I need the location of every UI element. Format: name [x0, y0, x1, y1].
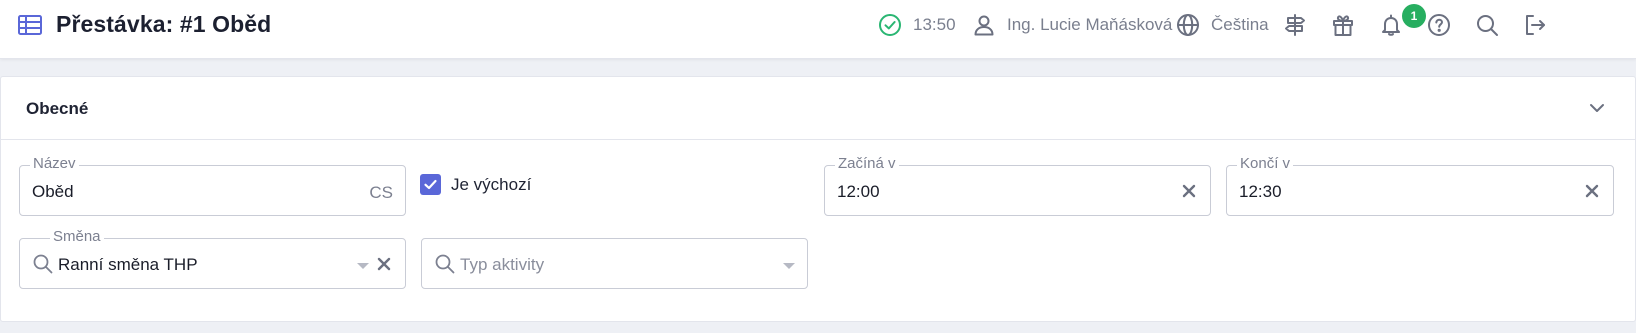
search-icon [434, 253, 456, 280]
ends-at-value[interactable]: 12:30 [1239, 182, 1282, 202]
shift-label: Směna [50, 228, 104, 245]
logout-button[interactable] [1523, 0, 1547, 50]
shift-select[interactable]: Směna Ranní směna THP [19, 228, 406, 289]
starts-at-label: Začíná v [835, 155, 899, 172]
name-field-value[interactable]: Oběd [32, 182, 74, 202]
user-name: Ing. Lucie Maňásková [1007, 15, 1173, 34]
clock-time: 13:50 [913, 15, 956, 34]
shift-value[interactable]: Ranní směna THP [58, 255, 198, 275]
activity-type-placeholder[interactable]: Typ aktivity [460, 255, 544, 275]
clear-icon[interactable] [1584, 183, 1600, 204]
globe-icon [1176, 13, 1200, 37]
is-default-label: Je výchozí [451, 174, 532, 194]
language-selector[interactable]: Čeština [1176, 0, 1269, 50]
help-icon [1427, 13, 1451, 37]
top-bar: Přestávka: #1 Oběd 13:50 Ing. Lucie Maňá… [0, 0, 1636, 59]
page-title: Přestávka: #1 Oběd [56, 11, 272, 37]
ends-at-label: Končí v [1237, 155, 1294, 172]
table-icon [17, 13, 43, 37]
search-icon [32, 253, 54, 280]
chevron-down-icon[interactable] [1587, 98, 1607, 123]
gift-count-badge: 1 [1402, 4, 1426, 28]
bell-icon [1379, 13, 1403, 37]
signpost-button[interactable] [1283, 0, 1307, 50]
activity-type-select[interactable]: Typ aktivity [421, 238, 808, 289]
search-icon [1475, 13, 1499, 37]
logout-icon [1523, 13, 1547, 37]
status-indicator[interactable]: 13:50 [878, 0, 956, 50]
notifications-button[interactable] [1379, 0, 1403, 50]
signpost-icon [1283, 13, 1307, 37]
help-button[interactable] [1427, 0, 1451, 50]
dropdown-caret-icon[interactable] [357, 263, 369, 269]
check-circle-icon [878, 13, 902, 37]
user-menu[interactable]: Ing. Lucie Maňásková [972, 0, 1172, 50]
search-button[interactable] [1475, 0, 1499, 50]
checkbox-checked-icon[interactable] [420, 174, 441, 195]
language-suffix[interactable]: CS [369, 183, 393, 203]
user-icon [972, 13, 996, 37]
name-field-label: Název [30, 155, 79, 172]
ends-at-field[interactable]: Končí v 12:30 [1226, 155, 1614, 216]
language-label: Čeština [1211, 15, 1269, 34]
starts-at-field[interactable]: Začíná v 12:00 [824, 155, 1211, 216]
name-field[interactable]: Název Oběd CS [19, 155, 406, 216]
clear-icon[interactable] [1181, 183, 1197, 204]
section-title: Obecné [26, 99, 89, 118]
is-default-checkbox[interactable]: Je výchozí [420, 174, 531, 195]
clear-icon[interactable] [376, 256, 392, 277]
dropdown-caret-icon[interactable] [783, 263, 795, 269]
section-header[interactable]: Obecné [1, 77, 1635, 140]
starts-at-value[interactable]: 12:00 [837, 182, 880, 202]
gift-icon [1331, 13, 1355, 37]
gift-button[interactable] [1331, 0, 1355, 50]
